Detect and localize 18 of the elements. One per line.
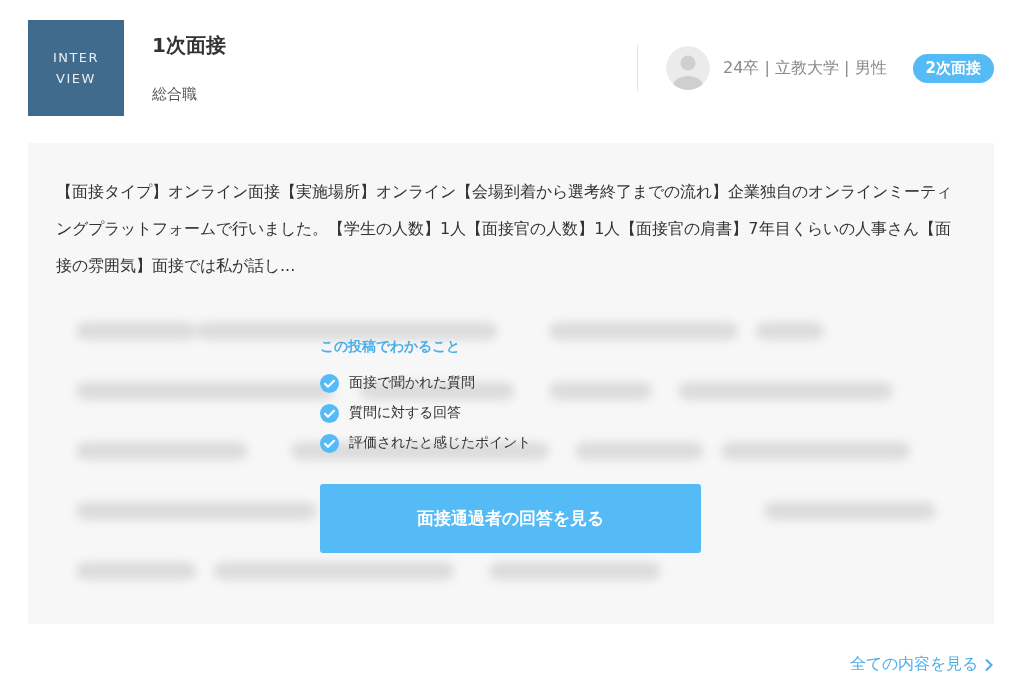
logo-text: INTER	[52, 50, 100, 65]
stage-tag: 2次面接	[912, 53, 994, 83]
check-icon	[320, 373, 339, 393]
view-all-link[interactable]: 全ての内容を見る	[850, 654, 994, 675]
post-title: 1次面接	[152, 32, 227, 59]
author-info: 24卒 | 立教大学 | 男性	[723, 57, 887, 79]
chevron-icon	[984, 657, 994, 672]
logo-text: VIEW	[56, 71, 96, 86]
section-heading: この投稿でわかること	[320, 338, 461, 356]
check-icon	[320, 433, 339, 453]
excerpt-text: 【面接タイプ】オンライン面接【実施場所】オンライン【会場到着から選考終了までの流れ】企業独自のオンラインミーティングプラットフォームで行いました。【学生の人数】1人【面接官の人数】1人【面接官の肩書】7年目くらいの人事さん【面接の雰囲気】面接では私が話し...	[56, 181, 953, 277]
view-answers-button[interactable]: 面接通過者の回答を見る	[320, 484, 701, 553]
feature-text: 質問に対する回答	[349, 404, 461, 422]
job-category: 総合職	[152, 85, 198, 104]
feature-text: 評価されたと感じたポイント	[349, 434, 531, 452]
avatar-icon	[666, 46, 711, 90]
check-icon	[320, 403, 339, 423]
feature-text: 面接で聞かれた質問	[349, 374, 475, 392]
